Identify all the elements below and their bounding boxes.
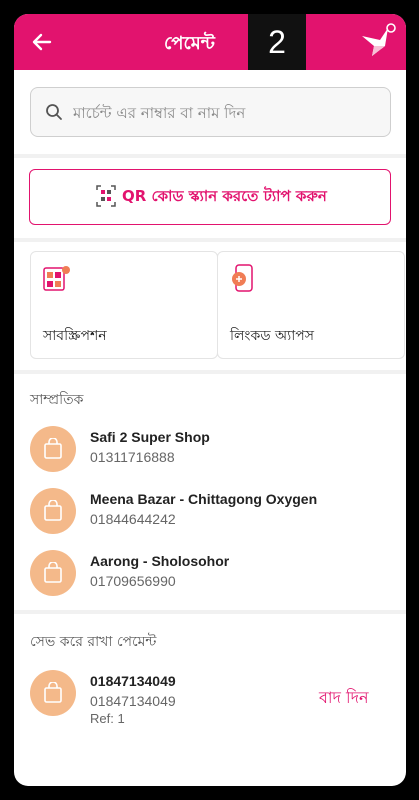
divider bbox=[14, 610, 406, 614]
linked-apps-label: লিংকড অ্যাপস bbox=[230, 328, 315, 344]
recent-item[interactable]: Meena Bazar - Chittagong Oxygen 01844644… bbox=[14, 488, 406, 548]
divider bbox=[14, 370, 406, 374]
search-box[interactable] bbox=[30, 87, 391, 138]
bkash-logo-icon[interactable] bbox=[358, 22, 396, 62]
merchant-number: 01709656990 bbox=[90, 573, 176, 589]
qr-scan-button[interactable]: QR কোড স্ক্যান করতে ট্যাপ করুন bbox=[29, 169, 391, 225]
avatar bbox=[30, 550, 76, 596]
avatar bbox=[30, 488, 76, 534]
shopping-bag-icon bbox=[44, 682, 62, 703]
saved-number: 01847134049 bbox=[90, 693, 176, 709]
subscription-label: সাবস্ক্রিপশন bbox=[43, 328, 107, 344]
divider bbox=[14, 154, 406, 158]
saved-name: 01847134049 bbox=[90, 673, 176, 689]
recent-item[interactable]: Aarong - Sholosohor 01709656990 bbox=[14, 550, 406, 610]
qr-scan-label: QR কোড স্ক্যান করতে ট্যাপ করুন bbox=[122, 187, 327, 205]
avatar bbox=[30, 670, 76, 716]
recent-item[interactable]: Safi 2 Super Shop 01311716888 bbox=[14, 426, 406, 486]
merchant-number: 01311716888 bbox=[90, 449, 175, 465]
subscription-icon bbox=[43, 266, 70, 291]
search-icon bbox=[46, 104, 62, 120]
app-header: পেমেন্ট 2 bbox=[14, 14, 406, 70]
avatar bbox=[30, 426, 76, 472]
page-title: পেমেন্ট bbox=[164, 33, 215, 54]
merchant-name: Meena Bazar - Chittagong Oxygen bbox=[90, 491, 318, 507]
linked-apps-icon bbox=[232, 264, 253, 292]
merchant-name: Aarong - Sholosohor bbox=[90, 553, 230, 569]
phone-screen: পেমেন্ট 2 QR কোড স্ক্যান করতে ট্যাপ করুন bbox=[14, 14, 406, 786]
qr-code-icon bbox=[96, 185, 116, 207]
subscription-card[interactable]: সাবস্ক্রিপশন bbox=[30, 251, 218, 359]
recent-section-title: সাম্প্রতিক bbox=[30, 392, 84, 408]
shopping-bag-icon bbox=[44, 500, 62, 521]
step-badge: 2 bbox=[248, 14, 306, 70]
shopping-bag-icon bbox=[44, 562, 62, 583]
divider bbox=[14, 238, 406, 242]
shopping-bag-icon bbox=[44, 438, 62, 459]
saved-section-title: সেভ করে রাখা পেমেন্ট bbox=[30, 634, 157, 650]
merchant-name: Safi 2 Super Shop bbox=[90, 429, 210, 445]
remove-saved-button[interactable]: বাদ দিন bbox=[319, 685, 369, 712]
merchant-number: 01844644242 bbox=[90, 511, 176, 527]
linked-apps-card[interactable]: লিংকড অ্যাপস bbox=[217, 251, 405, 359]
back-arrow-icon[interactable] bbox=[30, 30, 54, 54]
merchant-search-input[interactable] bbox=[71, 88, 385, 138]
saved-reference: Ref: 1 bbox=[90, 711, 125, 726]
